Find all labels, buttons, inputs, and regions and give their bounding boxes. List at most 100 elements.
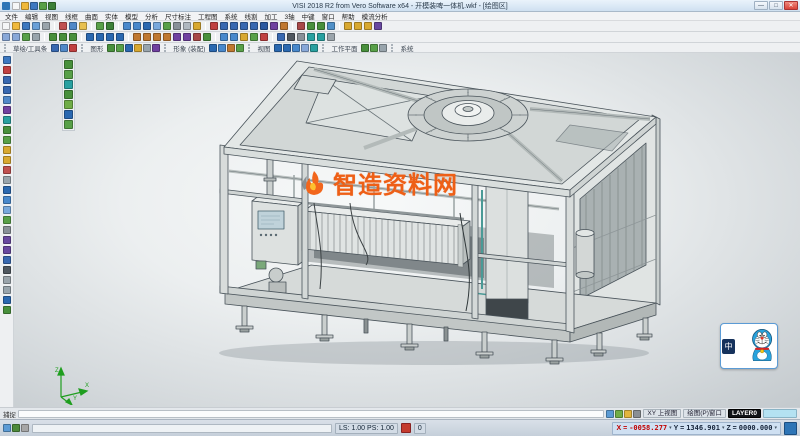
toolbar-icon-subtract[interactable] (183, 33, 191, 41)
toolbar-icon-plane-zx[interactable] (69, 33, 77, 41)
sidebar-icon-line[interactable] (3, 76, 11, 84)
menu-item-13[interactable]: 3轴 (285, 11, 295, 21)
toolbar-icon-chamfer[interactable] (317, 22, 325, 30)
toolbar-icon-section[interactable] (260, 33, 268, 41)
toolbar-icon-hatch[interactable] (297, 33, 305, 41)
status-icon-status-c[interactable] (21, 424, 29, 432)
toolbar-icon-open[interactable] (12, 22, 20, 30)
sidebar-icon-extra[interactable] (3, 306, 11, 314)
z-spinner[interactable]: ▾ (774, 425, 777, 431)
sidebar-icon-view[interactable] (3, 186, 11, 194)
toolbar-icon-grid[interactable] (32, 33, 40, 41)
sidebar-icon-surface[interactable] (3, 116, 11, 124)
command-input[interactable] (18, 410, 604, 418)
group-icon-asm-a[interactable] (209, 44, 217, 52)
toolbar-icon-pattern[interactable] (240, 33, 248, 41)
toolbar-icon-redo[interactable] (106, 22, 114, 30)
toolbar-grip[interactable] (81, 44, 84, 52)
toolbar-icon-view-iso[interactable] (116, 33, 124, 41)
sidebar-icon-point[interactable] (3, 66, 11, 74)
group-icon-gfx-d[interactable] (134, 44, 142, 52)
toolbar-icon-circle[interactable] (240, 22, 248, 30)
toolbar-icon-mirror[interactable] (327, 22, 335, 30)
snap-icon-snap-mid[interactable] (615, 410, 623, 418)
sidebar-icon-shade[interactable] (3, 226, 11, 234)
group-icon-gfx-c[interactable] (125, 44, 133, 52)
sidebar-icon-annotate[interactable] (3, 266, 11, 274)
group-icon-gfx-b[interactable] (116, 44, 124, 52)
group-icon-sketch-a[interactable] (51, 44, 59, 52)
toolbar-icon-pan[interactable] (153, 22, 161, 30)
toolbar-icon-cut[interactable] (59, 22, 67, 30)
scale-indicator[interactable]: LS: 1.00 PS: 1.00 (335, 423, 398, 434)
toolbar-grip[interactable] (248, 44, 251, 52)
toolbar-icon-view-top[interactable] (86, 33, 94, 41)
group-icon-wp-a[interactable] (361, 44, 369, 52)
sidebar-icon-analyze[interactable] (3, 236, 11, 244)
sidebar-icon-solid[interactable] (3, 126, 11, 134)
toolbar-icon-extrude[interactable] (133, 33, 141, 41)
toolbar-icon-fillet[interactable] (307, 22, 315, 30)
palette-icon-view-top[interactable] (64, 70, 73, 79)
menu-item-11[interactable]: 线割 (245, 11, 258, 21)
toolbar-icon-wireframe[interactable] (183, 22, 191, 30)
group-icon-asm-d[interactable] (236, 44, 244, 52)
toolbar-icon-snap[interactable] (22, 33, 30, 41)
sidebar-icon-settings[interactable] (3, 286, 11, 294)
toolbar-icon-render[interactable] (307, 33, 315, 41)
menu-item-12[interactable]: 加工 (265, 11, 278, 21)
toolbar-grip[interactable] (391, 44, 394, 52)
toolbar-grip[interactable] (164, 44, 167, 52)
menu-item-0[interactable]: 文件 (5, 11, 18, 21)
status-icon-status-b[interactable] (12, 424, 20, 432)
sidebar-icon-edit[interactable] (3, 146, 11, 154)
sidebar-icon-delete[interactable] (3, 166, 11, 174)
viewport[interactable]: 智造资料网 Z X Y 中 (14, 53, 800, 407)
sidebar-icon-zoom[interactable] (3, 196, 11, 204)
toolbar-icon-spline[interactable] (270, 22, 278, 30)
color-value[interactable]: 0 (414, 423, 426, 434)
menu-item-8[interactable]: 尺寸标注 (165, 11, 191, 21)
toolbar-icon-line[interactable] (220, 22, 228, 30)
quick-icon-file-save[interactable] (30, 2, 38, 10)
toolbar-icon-rectangle[interactable] (250, 22, 258, 30)
window-indicator[interactable]: 绘图(P)窗口 (683, 409, 726, 418)
toolbar-grip[interactable] (4, 44, 7, 52)
toolbar-icon-rotate-view[interactable] (163, 22, 171, 30)
menu-item-1[interactable]: 编辑 (25, 11, 38, 21)
x-spinner[interactable]: ▾ (669, 425, 672, 431)
menu-item-4[interactable]: 曲面 (85, 11, 98, 21)
group-icon-view-e[interactable] (310, 44, 318, 52)
toolbar-icon-zoom-in[interactable] (123, 22, 131, 30)
snap-icon-snap-grid[interactable] (633, 410, 641, 418)
menu-item-16[interactable]: 帮助 (342, 11, 355, 21)
menu-item-14[interactable]: 中键 (302, 11, 315, 21)
menu-item-3[interactable]: 线框 (65, 11, 78, 21)
snap-icon-snap-center[interactable] (624, 410, 632, 418)
toolbar-icon-sweep[interactable] (153, 33, 161, 41)
sidebar-icon-curve[interactable] (3, 106, 11, 114)
sidebar-icon-plot[interactable] (3, 276, 11, 284)
group-icon-asm-b[interactable] (218, 44, 226, 52)
snap-icon-snap-end[interactable] (606, 410, 614, 418)
group-icon-sketch-c[interactable] (69, 44, 77, 52)
toolbar-icon-scale[interactable] (364, 22, 372, 30)
group-icon-view-a[interactable] (274, 44, 282, 52)
toolbar-icon-copy[interactable] (69, 22, 77, 30)
toolbar-icon-undo[interactable] (96, 22, 104, 30)
toolbar-icon-dimension[interactable] (277, 33, 285, 41)
toolbar-icon-text[interactable] (287, 33, 295, 41)
toolbar-icon-paste[interactable] (79, 22, 87, 30)
toolbar-icon-options[interactable] (327, 33, 335, 41)
toolbar-icon-zoom-fit[interactable] (143, 22, 151, 30)
close-button[interactable]: ✕ (784, 1, 798, 10)
group-icon-gfx-e[interactable] (143, 44, 151, 52)
toolbar-icon-revolve[interactable] (143, 33, 151, 41)
toolbar-icon-move[interactable] (344, 22, 352, 30)
color-indicator[interactable] (401, 423, 411, 433)
toolbar-icon-measure[interactable] (374, 22, 382, 30)
maximize-button[interactable]: □ (769, 1, 783, 10)
minimize-button[interactable]: — (754, 1, 768, 10)
sidebar-icon-pan[interactable] (3, 206, 11, 214)
palette-icon-view-front[interactable] (64, 80, 73, 89)
